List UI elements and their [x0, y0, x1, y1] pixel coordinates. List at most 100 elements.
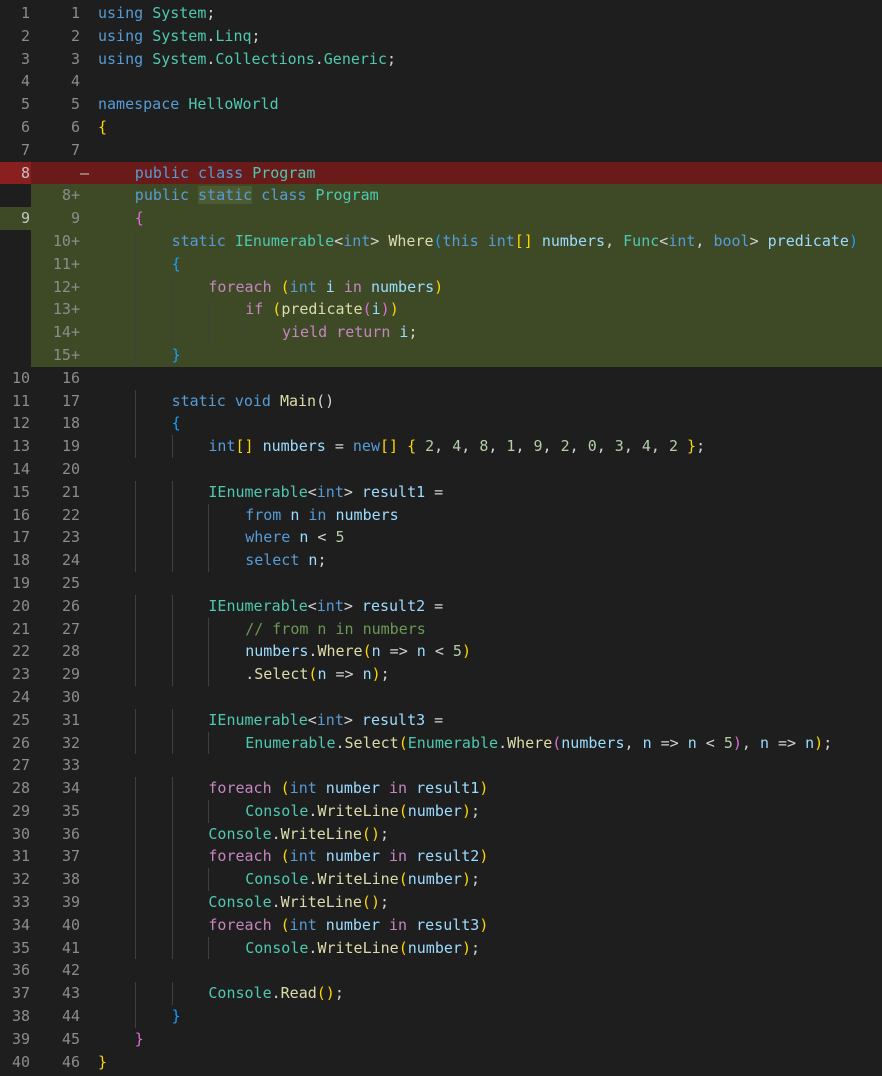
- code-line[interactable]: 11+ {: [0, 252, 882, 276]
- code-line[interactable]: 15 21 IEnumerable<int> result1 =: [0, 480, 882, 504]
- code-line[interactable]: 1 1 using System;: [0, 2, 882, 25]
- code-text[interactable]: Console.WriteLine(number);: [94, 799, 882, 823]
- code-line[interactable]: 21 27 // from n in numbers: [0, 617, 882, 641]
- code-line[interactable]: 6 6 {: [0, 116, 882, 139]
- code-line[interactable]: 3 3 using System.Collections.Generic;: [0, 48, 882, 71]
- code-text[interactable]: .Select(n => n);: [94, 663, 882, 686]
- code-line[interactable]: 22 28 numbers.Where(n => n < 5): [0, 640, 882, 664]
- code-text[interactable]: Console.WriteLine(number);: [94, 868, 882, 892]
- code-line[interactable]: 9 9 {: [0, 207, 882, 230]
- code-text[interactable]: select n;: [94, 549, 882, 572]
- code-text[interactable]: }: [94, 1051, 882, 1074]
- code-text[interactable]: [94, 139, 882, 162]
- code-text[interactable]: IEnumerable<int> result1 =: [94, 480, 882, 504]
- code-line[interactable]: 30 36 Console.WriteLine();: [0, 822, 882, 846]
- code-text[interactable]: using System;: [94, 2, 882, 25]
- code-text[interactable]: [94, 572, 882, 595]
- code-text[interactable]: {: [94, 207, 882, 230]
- code-line[interactable]: 20 26 IEnumerable<int> result2 =: [0, 594, 882, 618]
- code-line[interactable]: 12+ foreach (int i in numbers): [0, 275, 882, 299]
- code-line[interactable]: 14 20: [0, 458, 882, 481]
- code-line[interactable]: 36 42: [0, 959, 882, 982]
- code-line[interactable]: 38 44}: [0, 1005, 882, 1028]
- code-text[interactable]: foreach (int i in numbers): [94, 275, 882, 299]
- code-line[interactable]: 33 39 Console.WriteLine();: [0, 891, 882, 914]
- code-line[interactable]: 39 45}: [0, 1028, 882, 1051]
- code-token: in: [389, 915, 408, 934]
- code-line[interactable]: 13 19 int[] numbers = new[] { 2, 4, 8, 1, …: [0, 435, 882, 458]
- code-line[interactable]: 10+ static IEnumerable<int> Where(this in…: [0, 229, 882, 253]
- code-line[interactable]: 12 18 {: [0, 412, 882, 436]
- code-text[interactable]: using System.Collections.Generic;: [94, 48, 882, 71]
- code-text[interactable]: static void Main(): [94, 389, 882, 413]
- code-text[interactable]: }: [94, 343, 882, 367]
- code-token: 3: [614, 437, 624, 456]
- code-line[interactable]: 26 32 Enumerable.Select(Enumerable.Where(n…: [0, 731, 882, 755]
- indent-guide: [171, 891, 173, 914]
- code-text[interactable]: if (predicate(i)): [94, 298, 882, 322]
- diff-editor[interactable]: 1 1 using System; 2 2 using System.Linq; 3 3 usi…: [0, 0, 882, 1076]
- code-line[interactable]: 37 43 Console.Read();: [0, 982, 882, 1006]
- code-line[interactable]: 29 35 Console.WriteLine(number);: [0, 799, 882, 823]
- code-text[interactable]: {: [94, 252, 882, 276]
- code-text[interactable]: [94, 458, 882, 481]
- code-text[interactable]: // from n in numbers: [94, 617, 882, 641]
- code-text[interactable]: [94, 754, 882, 777]
- code-line[interactable]: 23 29 .Select(n => n);: [0, 663, 882, 686]
- code-text[interactable]: foreach (int number in result1): [94, 777, 882, 800]
- code-line[interactable]: 2 2 using System.Linq;: [0, 25, 882, 48]
- code-text[interactable]: foreach (int number in result2): [94, 845, 882, 869]
- code-text[interactable]: where n < 5: [94, 526, 882, 550]
- code-text[interactable]: public class Program: [94, 162, 882, 185]
- code-line[interactable]: 11 17 static void Main(): [0, 389, 882, 413]
- code-line[interactable]: 5 5 namespace HelloWorld: [0, 93, 882, 116]
- code-line[interactable]: 24 30: [0, 686, 882, 709]
- code-text[interactable]: Console.WriteLine();: [94, 891, 882, 914]
- code-text[interactable]: IEnumerable<int> result3 =: [94, 708, 882, 732]
- code-text[interactable]: }: [94, 1005, 882, 1028]
- code-line[interactable]: 25 31 IEnumerable<int> result3 =: [0, 708, 882, 732]
- code-token: ): [380, 300, 390, 319]
- code-text[interactable]: Console.WriteLine(number);: [94, 936, 882, 960]
- code-text[interactable]: int[] numbers = new[] { 2, 4, 8, 1, 9, 2…: [94, 435, 882, 458]
- code-text[interactable]: foreach (int number in result3): [94, 913, 882, 937]
- code-line[interactable]: 34 40 foreach (int number in result3): [0, 913, 882, 937]
- code-text[interactable]: Console.WriteLine();: [94, 822, 882, 846]
- code-text[interactable]: [94, 686, 882, 709]
- code-line[interactable]: 10 16: [0, 367, 882, 390]
- code-text[interactable]: public static class Program: [94, 184, 882, 207]
- code-text[interactable]: from n in numbers: [94, 503, 882, 527]
- code-line[interactable]: 18 24 select n;: [0, 549, 882, 572]
- code-text[interactable]: [94, 367, 882, 390]
- code-text[interactable]: [94, 959, 882, 982]
- code-line[interactable]: 17 23 where n < 5: [0, 526, 882, 550]
- code-text[interactable]: }: [94, 1028, 882, 1051]
- code-line[interactable]: 13+ if (predicate(i)): [0, 298, 882, 322]
- code-text[interactable]: yield return i;: [94, 321, 882, 344]
- code-line[interactable]: 44: [0, 70, 882, 93]
- code-text[interactable]: [94, 70, 882, 93]
- code-line[interactable]: 8+ public static class Program: [0, 184, 882, 208]
- code-text[interactable]: {: [94, 412, 882, 436]
- code-text[interactable]: numbers.Where(n => n < 5): [94, 640, 882, 664]
- code-line[interactable]: 32 38 Console.WriteLine(number);: [0, 868, 882, 892]
- code-text[interactable]: IEnumerable<int> result2 =: [94, 594, 882, 618]
- code-token: ): [371, 665, 381, 684]
- code-text[interactable]: namespace HelloWorld: [94, 93, 882, 116]
- code-text[interactable]: using System.Linq;: [94, 25, 882, 48]
- code-text[interactable]: static IEnumerable<int> Where(this int[]…: [94, 229, 882, 253]
- code-line[interactable]: 14+ yield return i;: [0, 321, 882, 344]
- code-line[interactable]: 40 46}: [0, 1051, 882, 1074]
- code-text[interactable]: Console.Read();: [94, 982, 882, 1006]
- code-line[interactable]: 19 25: [0, 572, 882, 595]
- code-line[interactable]: 31 37 foreach (int number in result2): [0, 845, 882, 869]
- code-line[interactable]: 35 41 Console.WriteLine(number);: [0, 936, 882, 960]
- code-line[interactable]: 15+}: [0, 343, 882, 367]
- code-line[interactable]: 28 34 foreach (int number in result1): [0, 777, 882, 800]
- code-line[interactable]: 16 22 from n in numbers: [0, 503, 882, 527]
- code-line[interactable]: 77: [0, 139, 882, 162]
- code-line[interactable]: 27 33: [0, 754, 882, 777]
- code-text[interactable]: Enumerable.Select(Enumerable.Where(numbe…: [94, 731, 882, 755]
- code-text[interactable]: {: [94, 116, 882, 139]
- code-line[interactable]: 8— public class Program: [0, 161, 882, 185]
